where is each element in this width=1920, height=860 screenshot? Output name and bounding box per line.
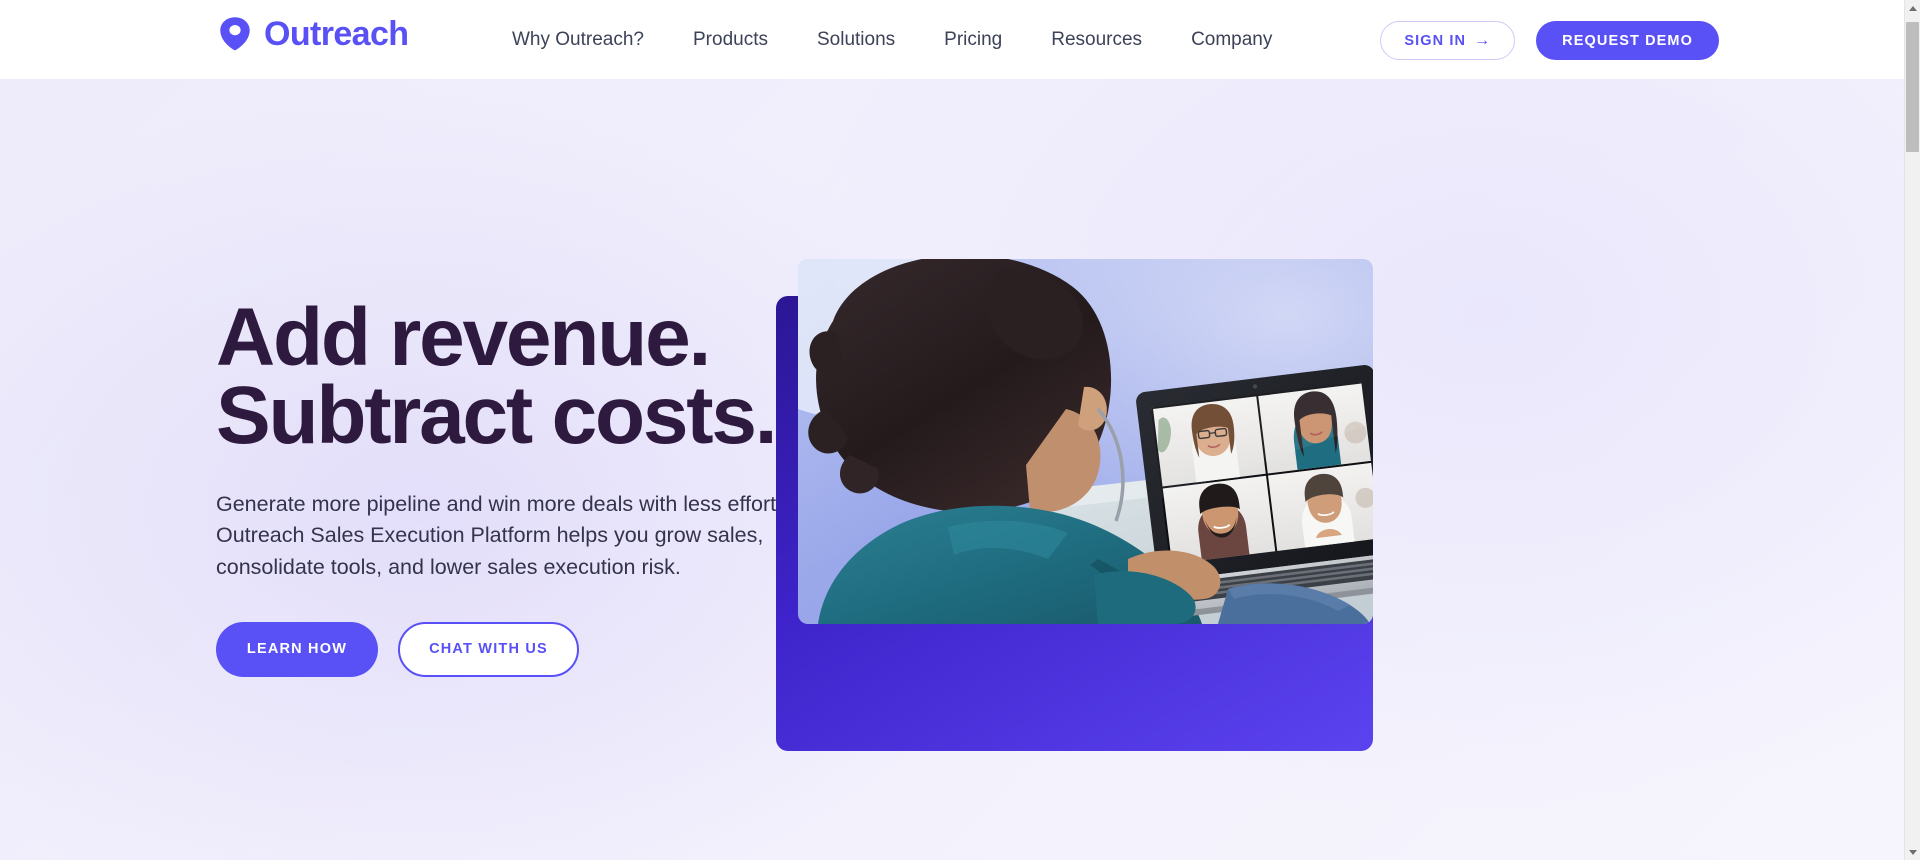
nav-item-why-outreach[interactable]: Why Outreach? xyxy=(512,30,644,49)
outreach-pin-logo-icon xyxy=(220,17,250,51)
nav-item-pricing[interactable]: Pricing xyxy=(944,30,1002,49)
learn-how-button[interactable]: LEARN HOW xyxy=(216,621,378,677)
hero-cta-group: LEARN HOW CHAT WITH US xyxy=(216,621,856,677)
hero-heading-line-1: Add revenue. xyxy=(216,292,711,383)
brand-logo-link[interactable]: Outreach xyxy=(216,15,409,53)
nav-item-resources[interactable]: Resources xyxy=(1051,30,1142,49)
scroll-down-arrow-icon[interactable] xyxy=(1905,844,1920,860)
arrow-right-icon: → xyxy=(1474,31,1492,49)
chat-with-us-button[interactable]: CHAT WITH US xyxy=(398,621,579,677)
hero-section: Add revenue. Subtract costs. Generate mo… xyxy=(0,79,1904,860)
hero-photo xyxy=(798,259,1373,624)
sign-in-button[interactable]: SIGN IN → xyxy=(1380,21,1516,60)
nav-item-products[interactable]: Products xyxy=(693,30,768,49)
hero-subheading: Generate more pipeline and win more deal… xyxy=(216,491,825,579)
request-demo-button[interactable]: REQUEST DEMO xyxy=(1536,21,1719,60)
hero-media xyxy=(776,179,1376,754)
primary-nav: Why Outreach? Products Solutions Pricing… xyxy=(512,0,1272,79)
hero-copy: Add revenue. Subtract costs. Generate mo… xyxy=(216,292,856,677)
scrollbar-thumb[interactable] xyxy=(1906,22,1919,152)
brand-logo-text: Outreach xyxy=(264,15,409,53)
nav-item-company[interactable]: Company xyxy=(1191,30,1272,49)
sign-in-label: SIGN IN xyxy=(1404,32,1467,49)
hero-heading: Add revenue. Subtract costs. xyxy=(216,292,856,461)
browser-page: Outreach Why Outreach? Products Solution… xyxy=(0,0,1920,860)
page-viewport: Outreach Why Outreach? Products Solution… xyxy=(0,0,1904,860)
vertical-scrollbar[interactable] xyxy=(1904,0,1920,860)
header-actions: SIGN IN → REQUEST DEMO xyxy=(1380,21,1719,60)
nav-item-solutions[interactable]: Solutions xyxy=(817,30,895,49)
hero-heading-line-2: Subtract costs. xyxy=(216,369,778,461)
video-call-photo-illustration xyxy=(798,259,1373,624)
site-header: Outreach Why Outreach? Products Solution… xyxy=(0,0,1904,79)
scroll-up-arrow-icon[interactable] xyxy=(1905,0,1920,16)
header-inner: Outreach Why Outreach? Products Solution… xyxy=(0,0,1904,79)
